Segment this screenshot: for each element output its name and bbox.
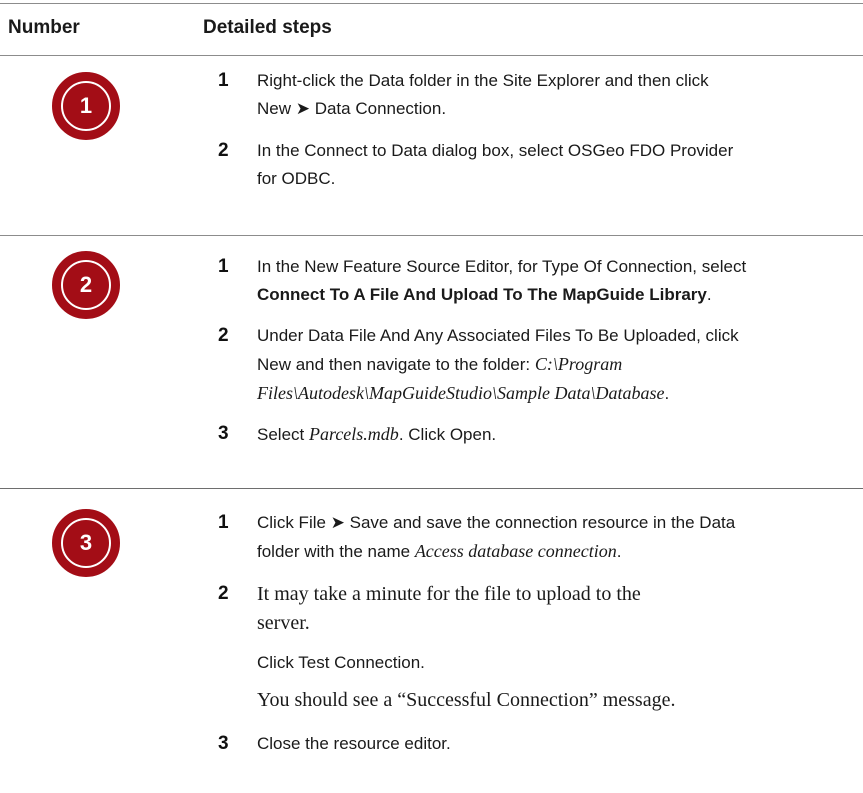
- step-text: In the New Feature Source Editor, for Ty…: [257, 253, 843, 309]
- section-rule: [0, 488, 863, 489]
- bold-text: Connect To A File And Upload To The MapG…: [257, 285, 707, 304]
- step-text: Select Parcels.mdb. Click Open.: [257, 420, 843, 449]
- header-rule: [0, 55, 863, 56]
- text: Select: [257, 425, 309, 444]
- step-badge-1: 1: [52, 72, 120, 140]
- line: Select Parcels.mdb. Click Open.: [257, 420, 843, 449]
- line: server.: [257, 612, 310, 634]
- step-text: Click Test Connection.: [257, 653, 425, 672]
- step-number: 1: [218, 512, 229, 533]
- line: In the New Feature Source Editor, for Ty…: [257, 257, 747, 276]
- step-text: In the Connect to Data dialog box, selec…: [257, 137, 843, 193]
- header-detailed-steps: Detailed steps: [203, 17, 332, 38]
- text: New and then navigate to the folder:: [257, 355, 535, 374]
- text: folder with the name: [257, 542, 415, 561]
- step-text: You should see a “Successful Connection”…: [257, 689, 676, 711]
- italic-text: Parcels.mdb: [308, 424, 399, 444]
- step-badge-2: 2: [52, 251, 120, 319]
- step-badge-3: 3: [52, 509, 120, 577]
- badge-number: 2: [61, 260, 111, 310]
- step-text: Under Data File And Any Associated Files…: [257, 322, 843, 408]
- line: New ➤ Data Connection.: [257, 99, 447, 118]
- header-number: Number: [8, 17, 80, 38]
- step-number: 3: [218, 733, 229, 754]
- badge-number: 3: [61, 518, 111, 568]
- text: .: [616, 542, 622, 561]
- step-number: 2: [218, 583, 229, 604]
- badge-number: 1: [61, 81, 111, 131]
- line: Click File ➤ Save and save the connectio…: [257, 513, 736, 532]
- step-number: 3: [218, 423, 229, 444]
- line: Connect To A File And Upload To The MapG…: [257, 281, 843, 309]
- step-number: 2: [218, 140, 229, 161]
- line: for ODBC.: [257, 169, 336, 188]
- line: New and then navigate to the folder: C:\…: [257, 350, 843, 379]
- step-number: 2: [218, 325, 229, 346]
- italic-text: Files\Autodesk\MapGuideStudio\Sample Dat…: [257, 383, 665, 403]
- step-number: 1: [218, 70, 229, 91]
- step-text: Close the resource editor.: [257, 734, 451, 753]
- italic-text: C:\Program: [534, 354, 623, 374]
- line: Under Data File And Any Associated Files…: [257, 326, 739, 345]
- line: In the Connect to Data dialog box, selec…: [257, 141, 734, 160]
- top-rule: [0, 3, 863, 4]
- line: It may take a minute for the file to upl…: [257, 583, 641, 605]
- line: Right-click the Data folder in the Site …: [257, 71, 709, 90]
- text: .: [664, 384, 670, 403]
- step-number: 1: [218, 256, 229, 277]
- step-text: Right-click the Data folder in the Site …: [257, 67, 843, 123]
- line: Files\Autodesk\MapGuideStudio\Sample Dat…: [257, 379, 843, 408]
- text: . Click Open.: [398, 425, 497, 444]
- step-text: It may take a minute for the file to upl…: [257, 580, 843, 638]
- step-text: Click File ➤ Save and save the connectio…: [257, 509, 843, 566]
- section-rule: [0, 235, 863, 236]
- italic-text: Access database connection: [414, 541, 617, 561]
- text: .: [706, 285, 712, 304]
- line: folder with the name Access database con…: [257, 537, 843, 566]
